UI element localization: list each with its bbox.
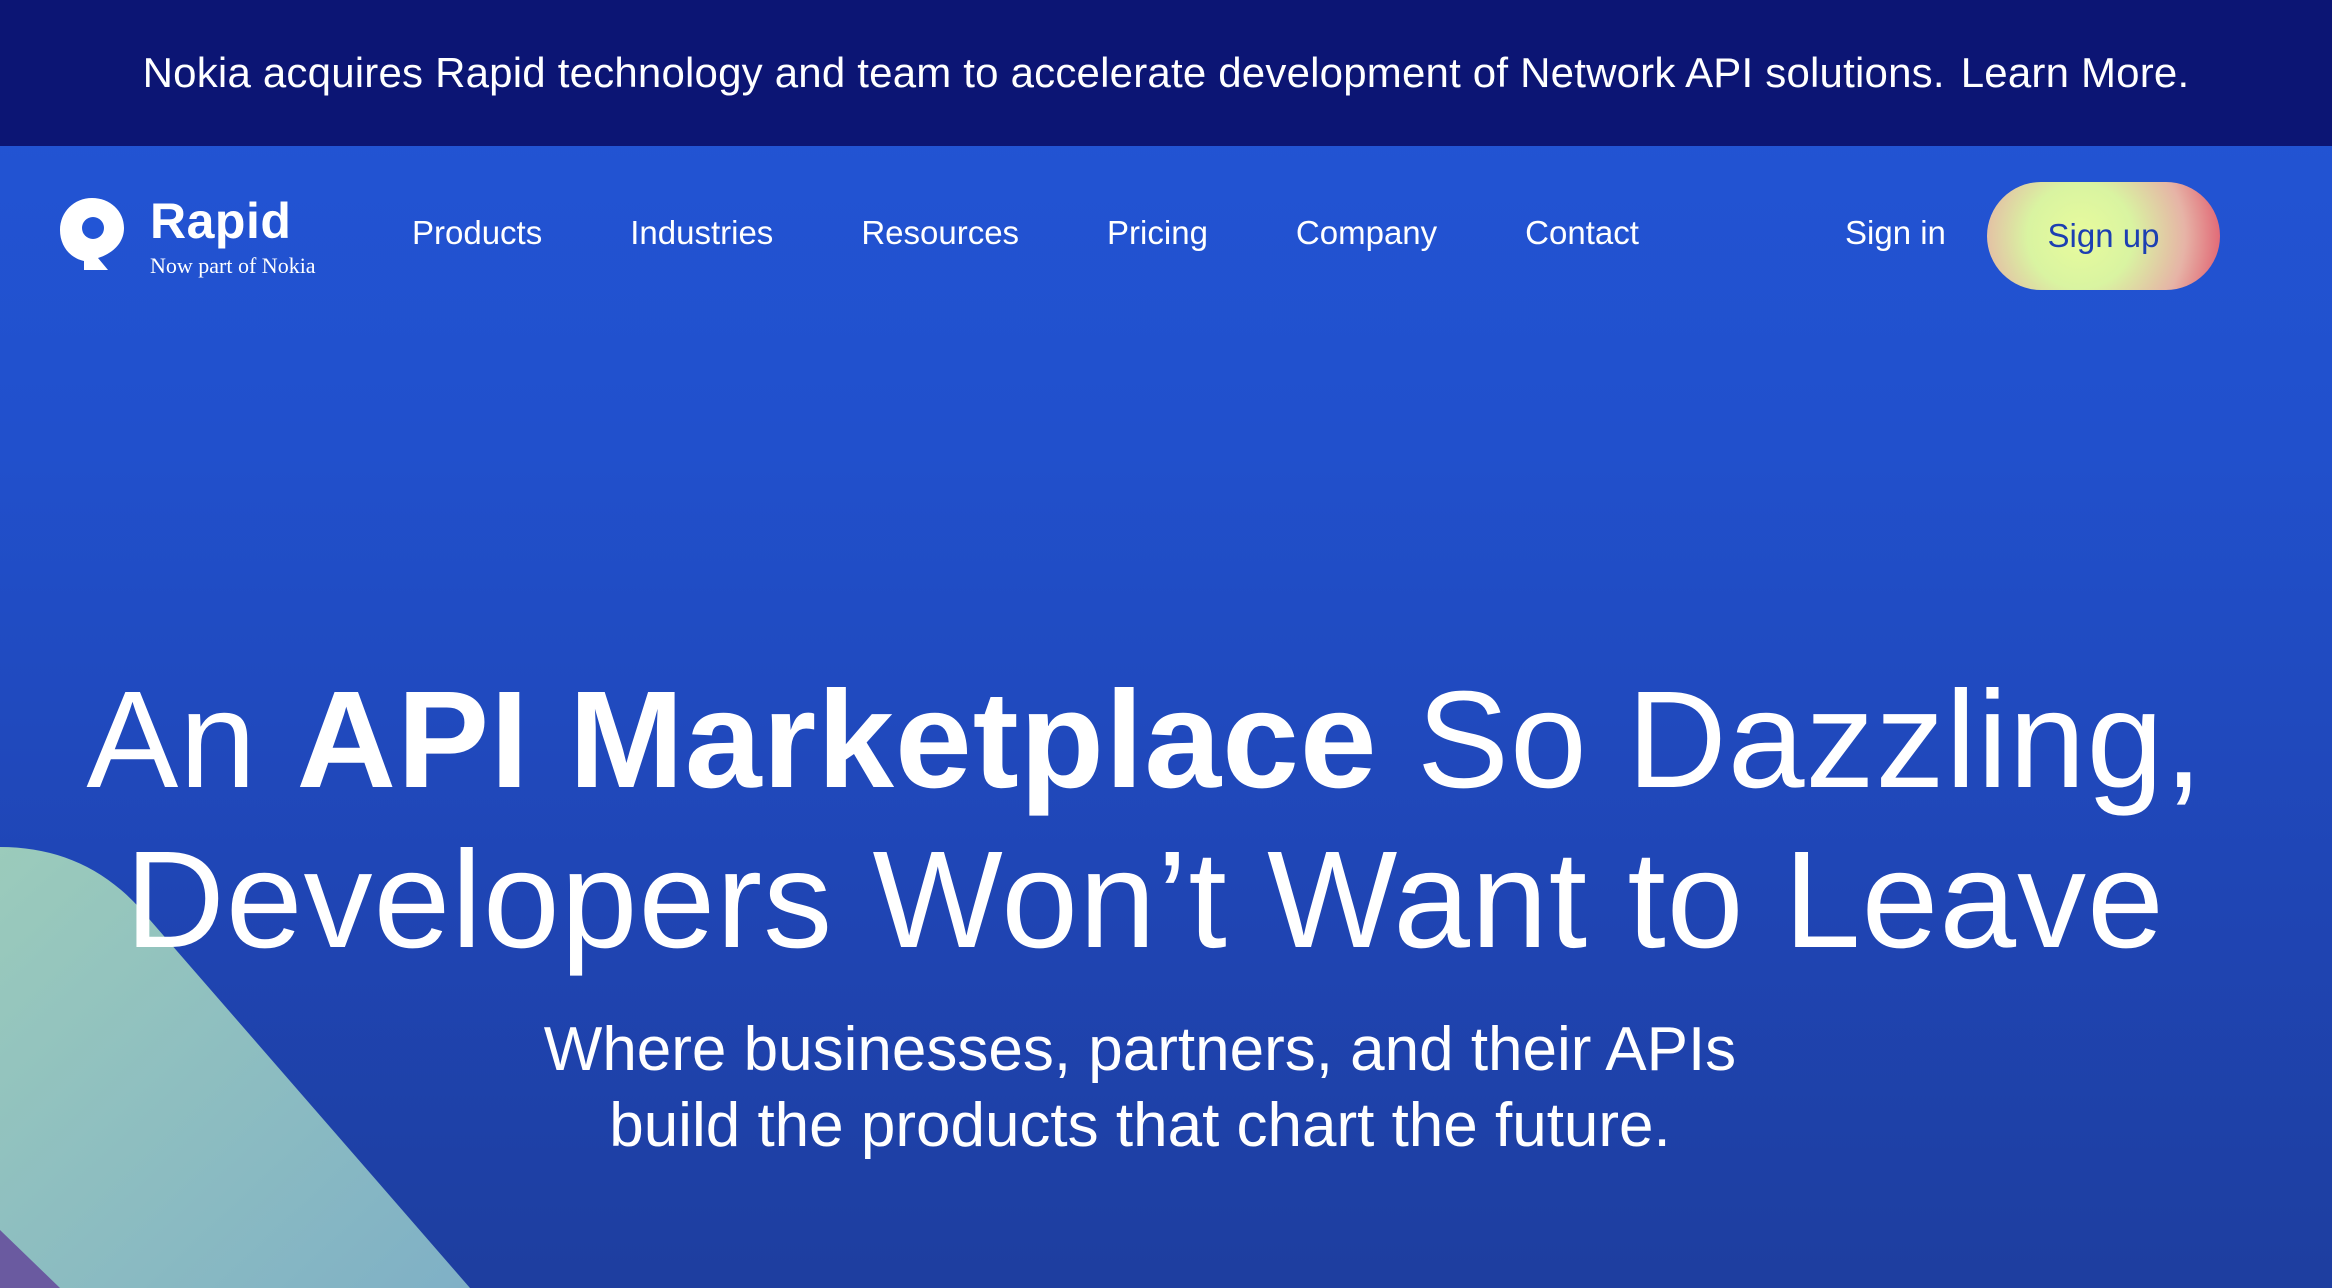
brand-tagline: Now part of Nokia bbox=[150, 253, 316, 278]
hero-heading-line-1: An API Marketplace So Dazzling, bbox=[0, 660, 2290, 820]
sign-in-link[interactable]: Sign in bbox=[1845, 214, 1946, 252]
hero-heading-line-2: Developers Won’t Want to Leave bbox=[125, 823, 2165, 977]
nav-links: Products Industries Resources Pricing Co… bbox=[412, 214, 1727, 252]
hero-subheading: Where businesses, partners, and their AP… bbox=[543, 1015, 1737, 1160]
announcement-bar: Nokia acquires Rapid technology and team… bbox=[0, 0, 2332, 146]
nav-contact[interactable]: Contact bbox=[1525, 214, 1639, 252]
learn-more-link[interactable]: Learn More. bbox=[1961, 49, 2190, 97]
nav-products[interactable]: Products bbox=[412, 214, 542, 252]
brand-name: Rapid bbox=[150, 193, 292, 249]
sign-up-button[interactable]: Sign up bbox=[1987, 182, 2220, 290]
hero-heading-prefix: An bbox=[86, 663, 297, 817]
rapid-logo[interactable]: Rapid Now part of Nokia bbox=[58, 196, 316, 280]
hero-heading-suffix: So Dazzling, bbox=[1377, 663, 2204, 817]
nav-pricing[interactable]: Pricing bbox=[1107, 214, 1208, 252]
nav-company[interactable]: Company bbox=[1296, 214, 1437, 252]
nav-resources[interactable]: Resources bbox=[861, 214, 1019, 252]
hero-heading-emphasis: API Marketplace bbox=[296, 663, 1378, 817]
nav-industries[interactable]: Industries bbox=[630, 214, 773, 252]
page: Nokia acquires Rapid technology and team… bbox=[0, 0, 2332, 1288]
hero-heading: An API Marketplace So Dazzling, Develope… bbox=[0, 660, 2290, 980]
rapid-r-logo-icon bbox=[60, 198, 124, 270]
navbar: Rapid Now part of Nokia Products Industr… bbox=[0, 146, 2332, 326]
announcement-text: Nokia acquires Rapid technology and team… bbox=[142, 49, 1945, 96]
